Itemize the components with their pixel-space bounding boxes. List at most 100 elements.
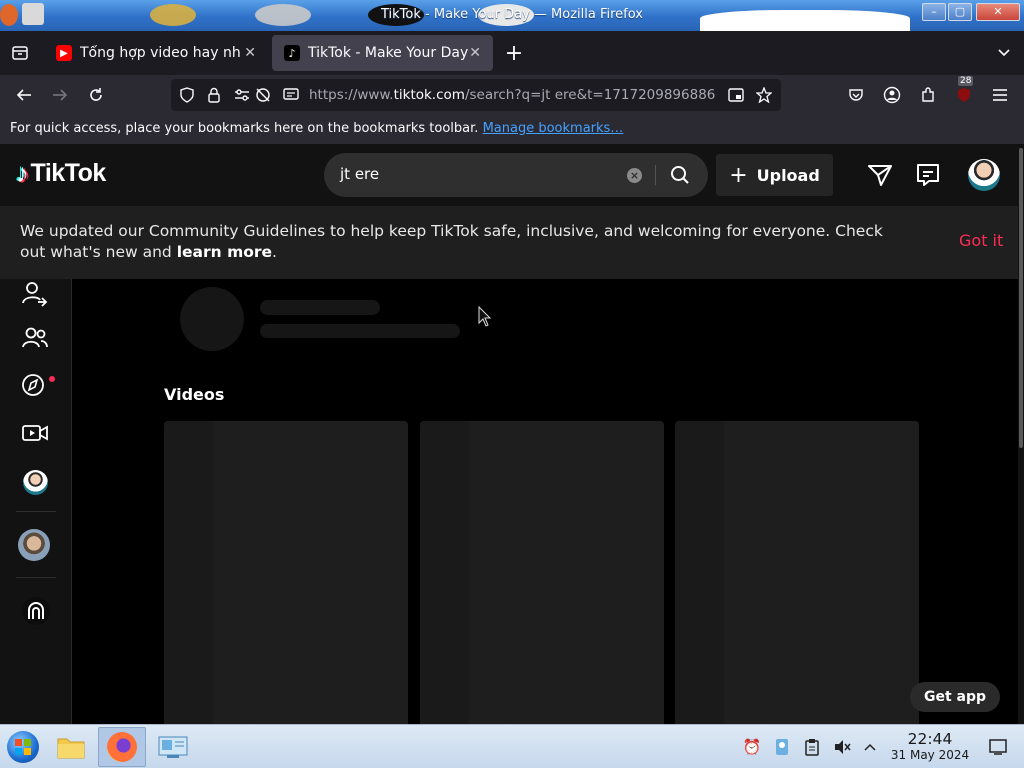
profile-avatar[interactable] [23, 470, 48, 495]
upload-button[interactable]: + Upload [716, 154, 833, 196]
forward-button[interactable] [48, 83, 72, 107]
upload-label: Upload [756, 165, 820, 185]
skeleton-line [260, 324, 460, 338]
taskbar: ⏰ 22:44 31 May 2024 [0, 724, 1024, 768]
explore-compass-icon[interactable] [20, 370, 50, 400]
manage-bookmarks-link[interactable]: Manage bookmarks… [483, 121, 624, 136]
notification-dot [49, 376, 55, 382]
video-card-placeholder[interactable] [164, 421, 408, 731]
minimize-button[interactable]: – [922, 3, 946, 21]
list-all-tabs-icon[interactable] [8, 41, 32, 65]
action-center-icon[interactable] [988, 737, 1008, 757]
control-panel-taskbar-button[interactable] [150, 727, 196, 767]
windows-logo-icon [7, 731, 39, 763]
tiktok-icon: ♪ [284, 45, 300, 61]
tiktok-note-icon: ♪ [16, 158, 29, 188]
skeleton-avatar [180, 287, 244, 351]
close-tab-icon[interactable]: ✕ [469, 45, 481, 61]
bookmarks-hint: For quick access, place your bookmarks h… [10, 121, 479, 136]
search-icon[interactable] [668, 163, 692, 187]
sidebar-divider [16, 577, 56, 578]
youtube-icon: ▶ [56, 45, 72, 61]
back-button[interactable] [12, 83, 36, 107]
guidelines-banner: We updated our Community Guidelines to h… [0, 206, 1018, 279]
hamburger-menu-icon[interactable] [988, 83, 1012, 107]
live-video-icon[interactable] [20, 418, 50, 448]
tiktok-shop-icon[interactable] [22, 597, 50, 625]
search-input[interactable]: jt ere × [324, 153, 708, 197]
friends-icon[interactable] [20, 323, 50, 353]
skeleton-line [260, 300, 380, 315]
firefox-icon [107, 732, 137, 762]
url-path: /search?q=jt ere&t=1717209896886 [464, 87, 716, 103]
plus-icon: + [729, 162, 748, 188]
maximize-button[interactable]: ▢ [948, 3, 972, 21]
url-prefix: https://www. [309, 87, 394, 103]
file-explorer-taskbar-button[interactable] [48, 727, 94, 767]
tab-youtube[interactable]: ▶ Tổng hợp video hay nhất ✕ [44, 35, 268, 71]
logo-text: TikTok [30, 159, 107, 187]
tab-strip: ▶ Tổng hợp video hay nhất ✕ ♪ TikTok - M… [0, 31, 1024, 75]
clock-date: 31 May 2024 [890, 748, 970, 762]
clock-time: 22:44 [907, 730, 953, 748]
following-icon[interactable] [20, 279, 50, 309]
page-scrollbar[interactable] [1018, 144, 1024, 724]
lock-icon[interactable] [204, 85, 224, 105]
shield-icon[interactable] [177, 85, 197, 105]
messages-send-icon[interactable] [867, 162, 893, 188]
extension-badge: 28 [958, 76, 974, 86]
tiktok-logo[interactable]: ♪ TikTok [16, 158, 106, 189]
url-text[interactable]: https://www.tiktok.com/search?q=jt ere&t… [309, 87, 721, 103]
firefox-taskbar-button[interactable] [98, 727, 146, 767]
search-results: Videos Get app [73, 279, 1018, 731]
folder-icon [57, 738, 85, 759]
tracking-blocked-icon[interactable] [253, 85, 273, 105]
get-app-button[interactable]: Get app [910, 682, 1000, 712]
alarm-clock-icon[interactable]: ⏰ [742, 737, 762, 757]
followed-account-avatar[interactable] [18, 529, 50, 561]
close-window-button[interactable]: ✕ [976, 3, 1020, 21]
navigation-toolbar: https://www.tiktok.com/search?q=jt ere&t… [0, 75, 1024, 115]
url-bar[interactable]: https://www.tiktok.com/search?q=jt ere&t… [171, 79, 781, 111]
got-it-button[interactable]: Got it [959, 231, 1003, 250]
video-card-placeholder[interactable] [675, 421, 919, 731]
permissions-icon[interactable] [232, 85, 252, 105]
profile-avatar[interactable] [968, 159, 1000, 191]
close-tab-icon[interactable]: ✕ [244, 45, 256, 61]
inbox-icon[interactable] [915, 162, 941, 188]
bookmark-star-icon[interactable] [754, 85, 774, 105]
pocket-icon[interactable] [844, 83, 868, 107]
clear-search-icon[interactable]: × [627, 168, 642, 183]
sidebar-divider [16, 511, 56, 512]
search-value[interactable]: jt ere [340, 165, 379, 183]
tab-label: Tổng hợp video hay nhất [80, 45, 240, 61]
new-tab-button[interactable]: + [502, 41, 526, 66]
show-hidden-icons-chevron-up-icon[interactable] [860, 737, 880, 757]
tab-tiktok[interactable]: ♪ TikTok - Make Your Day ✕ [272, 35, 493, 71]
control-panel-icon [158, 736, 188, 758]
scrollbar-thumb[interactable] [1019, 148, 1023, 448]
system-clock[interactable]: 22:44 31 May 2024 [884, 730, 976, 762]
videos-heading: Videos [164, 385, 225, 404]
volume-muted-icon[interactable] [832, 737, 852, 757]
mouse-cursor-icon [478, 306, 492, 327]
url-domain: tiktok.com [393, 87, 465, 103]
banner-end: . [272, 243, 277, 261]
start-button[interactable] [0, 727, 46, 767]
reload-button[interactable] [84, 83, 108, 107]
learn-more-link[interactable]: learn more [177, 243, 272, 261]
tab-label: TikTok - Make Your Day [308, 45, 469, 61]
notes-icon[interactable] [772, 737, 792, 757]
extensions-icon[interactable] [916, 83, 940, 107]
video-card-placeholder[interactable] [420, 421, 664, 731]
clipboard-icon[interactable] [802, 737, 822, 757]
picture-in-picture-icon[interactable] [726, 85, 746, 105]
chevron-down-icon[interactable] [992, 41, 1016, 65]
account-icon[interactable] [880, 83, 904, 107]
search-divider [655, 165, 656, 185]
window-titlebar: TikTok - Make Your Day — Mozilla Firefox… [0, 0, 1024, 31]
reader-icon[interactable] [281, 85, 301, 105]
bookmarks-toolbar: For quick access, place your bookmarks h… [0, 115, 1024, 144]
ublock-icon[interactable]: 28 [952, 76, 976, 107]
banner-text: We updated our Community Guidelines to h… [20, 222, 883, 261]
